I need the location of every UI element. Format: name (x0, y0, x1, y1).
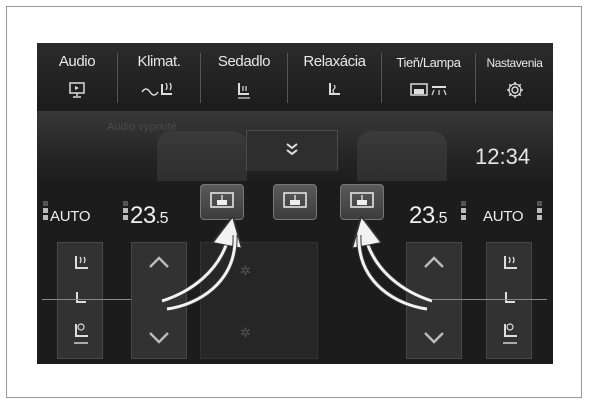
clock: 12:34 (475, 144, 531, 169)
seat-zone-icon (282, 190, 308, 215)
menu-shade-lamp[interactable]: Tieň/Lampa (382, 43, 475, 111)
left-seat-controls (57, 242, 103, 359)
seat-heater-icon[interactable] (499, 253, 521, 280)
rear-left-climate-button[interactable] (200, 184, 244, 220)
menu-settings[interactable]: Nastavenia (476, 43, 553, 111)
menu-shade-lamp-label: Tieň/Lampa (396, 55, 461, 70)
thermometer-icon (123, 201, 128, 220)
fan-level-indicator (537, 201, 542, 220)
menu-settings-label: Nastavenia (486, 56, 543, 70)
left-temp-adjust (131, 242, 187, 359)
audio-status-text: Audio vypnuté (107, 121, 177, 133)
rear-center-climate-button[interactable] (273, 184, 317, 220)
left-auto-label[interactable]: AUTO (50, 208, 91, 225)
seat-zone-icon (349, 190, 375, 215)
climate-icon (118, 79, 200, 101)
seat-icon (501, 290, 519, 313)
menu-climate-label: Klimat. (137, 53, 181, 70)
display-screen: Audio Klimat. Sedadlo Relaxácia Tieň/Lam… (37, 43, 553, 364)
temp-down-button[interactable] (423, 331, 445, 350)
menu-audio[interactable]: Audio (37, 43, 117, 111)
seat-icon (72, 290, 90, 313)
menu-seat-label: Sedadlo (217, 53, 271, 70)
seat-ventilation-icon[interactable] (499, 321, 521, 352)
rear-fan-area: ✲ ✲ (200, 242, 318, 359)
fan-icon: ✲ (240, 325, 251, 340)
seat-heater-icon[interactable] (70, 253, 92, 280)
seat-icon (201, 79, 287, 101)
temp-up-button[interactable] (423, 255, 445, 274)
temp-down-button[interactable] (148, 331, 170, 350)
left-temperature[interactable]: 23.5 (130, 202, 169, 230)
monitor-icon (37, 79, 117, 101)
seat-ventilation-icon[interactable] (70, 321, 92, 352)
callout-line (427, 299, 547, 300)
right-seat-controls (486, 242, 532, 359)
fan-icon: ✲ (240, 263, 251, 278)
shade-lamp-icon (382, 79, 475, 101)
thermometer-icon (461, 201, 466, 220)
gear-icon (476, 79, 553, 101)
right-temp-adjust (406, 242, 462, 359)
fan-level-indicator (43, 201, 48, 220)
climate-panel: AUTO 23.5 23.5 AUTO ✲ ✲ (37, 181, 553, 364)
temp-up-button[interactable] (148, 255, 170, 274)
menu-seat[interactable]: Sedadlo (201, 43, 287, 111)
rear-right-climate-button[interactable] (340, 184, 384, 220)
massage-seat-icon (288, 79, 381, 101)
double-chevron-down-icon (285, 142, 299, 161)
right-auto-label[interactable]: AUTO (483, 208, 524, 225)
menu-relaxation-label: Relaxácia (303, 53, 366, 70)
top-menu-bar: Audio Klimat. Sedadlo Relaxácia Tieň/Lam… (37, 43, 553, 111)
menu-climate[interactable]: Klimat. (118, 43, 200, 111)
right-temperature[interactable]: 23.5 (409, 202, 448, 230)
seat-zone-icon (209, 190, 235, 215)
menu-relaxation[interactable]: Relaxácia (288, 43, 381, 111)
menu-audio-label: Audio (58, 53, 96, 70)
expand-tab[interactable] (246, 130, 338, 171)
